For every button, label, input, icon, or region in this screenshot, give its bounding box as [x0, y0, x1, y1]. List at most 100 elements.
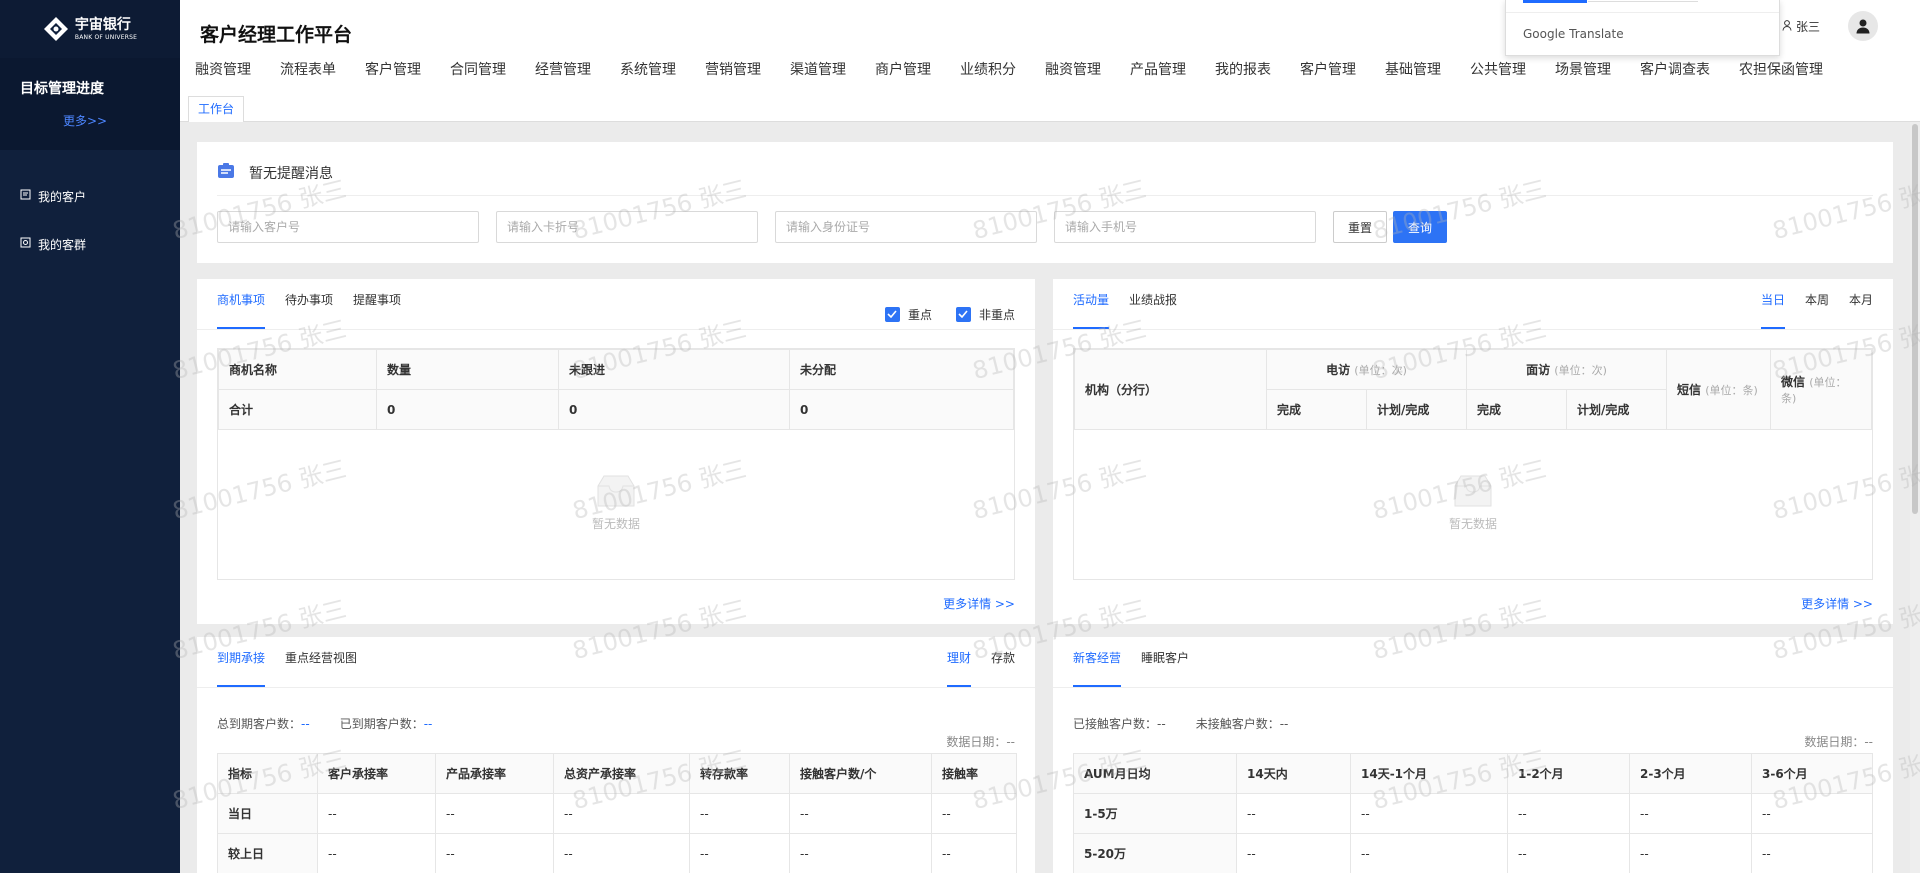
search-bar: 重置 查询 — [217, 211, 1453, 243]
table-cell: -- — [1236, 793, 1351, 834]
nav-item[interactable]: 融资管理 — [195, 59, 251, 79]
check-icon — [884, 306, 900, 322]
reset-button[interactable]: 重置 — [1333, 211, 1388, 243]
nav-item[interactable]: 客户管理 — [365, 59, 421, 79]
opportunity-filters: 重点 非重点 — [861, 279, 1015, 329]
id-no-input[interactable] — [775, 211, 1037, 243]
avatar[interactable] — [1848, 11, 1878, 41]
tab-deposit[interactable]: 存款 — [991, 637, 1015, 687]
nav-item[interactable]: 客户管理 — [1300, 59, 1356, 79]
empty-box-icon — [1074, 474, 1872, 511]
main-nav: 融资管理 流程表单 客户管理 合同管理 经营管理 系统管理 营销管理 渠道管理 … — [195, 59, 1823, 79]
nav-item[interactable]: 合同管理 — [450, 59, 506, 79]
nav-item[interactable]: 融资管理 — [1045, 59, 1101, 79]
tab-reminders[interactable]: 提醒事项 — [353, 279, 401, 329]
bank-logo[interactable]: 宇宙银行 BANK OF UNIVERSE — [0, 0, 180, 58]
nav-item[interactable]: 我的报表 — [1215, 59, 1271, 79]
query-button[interactable]: 查询 — [1393, 211, 1448, 243]
divider — [1053, 687, 1893, 688]
tab-key-view[interactable]: 重点经营视图 — [285, 637, 357, 687]
table-cell: 1-5万 — [1073, 793, 1237, 834]
table-cell: -- — [435, 793, 554, 834]
page-scrollbar[interactable] — [1910, 122, 1920, 873]
nav-item[interactable]: 经营管理 — [535, 59, 591, 79]
key-checkbox[interactable]: 重点 — [884, 279, 932, 329]
card-no-input[interactable] — [496, 211, 758, 243]
nav-item[interactable]: 系统管理 — [620, 59, 676, 79]
sidebar-item-my-groups[interactable]: 我的客群 — [0, 220, 180, 268]
table-cell: -- — [689, 833, 790, 873]
table-cell: -- — [1350, 793, 1508, 834]
column-header: 未分配 — [789, 349, 1014, 390]
page-title: 客户经理工作平台 — [200, 24, 353, 46]
column-header-wechat: 微信 (单位：条) — [1770, 349, 1872, 430]
sidebar-menu: 我的客户 我的客群 — [0, 150, 180, 268]
reminder: 暂无提醒消息 — [217, 162, 333, 184]
new-customer-panel: 新客经营 睡眠客户 已接触客户数：-- 未接触客户数：-- 数据日期：-- AU… — [1053, 637, 1893, 873]
scrollbar-thumb[interactable] — [1912, 124, 1918, 514]
customer-no-input[interactable] — [217, 211, 479, 243]
activity-panel: 活动量 业绩战报 当日 本周 本月 机构（分行） 电访 (单位：次) 面访 (单… — [1053, 279, 1893, 624]
sidebar-item-my-customers[interactable]: 我的客户 — [0, 172, 180, 220]
nav-item[interactable]: 商户管理 — [875, 59, 931, 79]
bank-name: 宇宙银行 — [74, 16, 131, 33]
bank-logo-icon — [43, 16, 69, 42]
phone-input[interactable] — [1054, 211, 1316, 243]
divider — [1506, 12, 1779, 13]
tab-this-month[interactable]: 本月 — [1849, 279, 1873, 329]
tab-today[interactable]: 当日 — [1760, 279, 1785, 329]
nav-item[interactable]: 基础管理 — [1385, 59, 1441, 79]
tab-maturity-renewal[interactable]: 到期承接 — [217, 637, 266, 687]
user-name: 张三 — [1796, 20, 1821, 34]
goal-progress-title: 目标管理进度 — [20, 81, 104, 97]
column-header: 机构（分行） — [1074, 349, 1267, 430]
nav-item[interactable]: 农担保函管理 — [1739, 59, 1823, 79]
more-details-link[interactable]: 更多详情 >> — [943, 595, 1015, 612]
divider — [217, 195, 1873, 196]
column-header: 14天内 — [1236, 753, 1351, 794]
nav-item[interactable]: 场景管理 — [1555, 59, 1611, 79]
table-header-row: 指标 客户承接率 产品承接率 总资产承接率 转存款率 接触客户数/个 接触率 — [217, 753, 1017, 794]
tab-new-customer[interactable]: 新客经营 — [1073, 637, 1122, 687]
sidebar: 宇宙银行 BANK OF UNIVERSE 目标管理进度 更多>> 我的客户 我… — [0, 0, 180, 873]
nav-item[interactable]: 业绩积分 — [960, 59, 1016, 79]
user-menu[interactable]: 张三 — [1782, 18, 1820, 35]
nav-item[interactable]: 公共管理 — [1470, 59, 1526, 79]
tab-opportunities[interactable]: 商机事项 — [217, 279, 266, 329]
reminder-search-panel: 暂无提醒消息 重置 查询 — [197, 142, 1893, 263]
tab-wealth[interactable]: 理财 — [946, 637, 971, 687]
column-header: 完成 — [1266, 389, 1367, 430]
goal-more-link[interactable]: 更多>> — [20, 112, 180, 129]
newcust-stats: 已接触客户数：-- 未接触客户数：-- — [1073, 715, 1288, 732]
table-row: 较上日 -- -- -- -- -- -- — [217, 833, 1017, 873]
nav-item[interactable]: 产品管理 — [1130, 59, 1186, 79]
table-cell: 合计 — [218, 389, 377, 430]
check-icon — [955, 306, 971, 322]
table-cell: -- — [1507, 793, 1630, 834]
nav-item[interactable]: 客户调查表 — [1640, 59, 1710, 79]
nav-item[interactable]: 流程表单 — [280, 59, 336, 79]
column-header-call: 电访 (单位：次) — [1266, 349, 1467, 390]
table-cell: -- — [1507, 833, 1630, 873]
more-details-link[interactable]: 更多详情 >> — [1801, 595, 1873, 612]
tab-performance[interactable]: 业绩战报 — [1129, 279, 1177, 329]
checkbox-label: 重点 — [907, 307, 932, 322]
tab-this-week[interactable]: 本周 — [1805, 279, 1829, 329]
tab-sleeping-customer[interactable]: 睡眠客户 — [1141, 637, 1189, 687]
column-header: 接触客户数/个 — [789, 753, 932, 794]
table-cell: -- — [553, 833, 690, 873]
unit-label: (单位：次) — [1354, 364, 1407, 377]
column-header: 14天-1个月 — [1350, 753, 1508, 794]
tab-activity[interactable]: 活动量 — [1073, 279, 1110, 329]
stat-label: 已到期客户数： — [339, 717, 424, 731]
table-cell: -- — [317, 793, 436, 834]
nav-item[interactable]: 渠道管理 — [790, 59, 846, 79]
nav-item[interactable]: 营销管理 — [705, 59, 761, 79]
tab-todo[interactable]: 待办事项 — [285, 279, 333, 329]
non-key-checkbox[interactable]: 非重点 — [955, 279, 1015, 329]
column-header: 3-6个月 — [1751, 753, 1873, 794]
tab-workbench[interactable]: 工作台 — [188, 96, 245, 122]
avatar-icon — [1856, 19, 1870, 34]
column-header: 指标 — [217, 753, 318, 794]
divider — [197, 687, 1035, 688]
